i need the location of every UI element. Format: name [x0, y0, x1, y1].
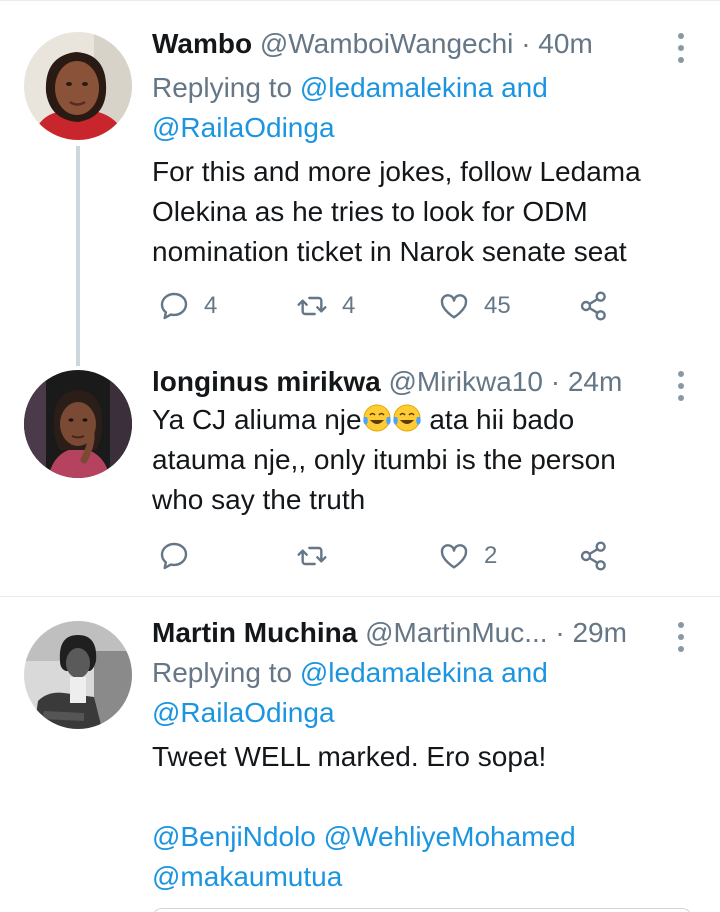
- user-handle[interactable]: @Mirikwa10: [388, 366, 542, 397]
- replying-to: Replying to @ledamalekina and: [152, 72, 548, 103]
- mentions-line[interactable]: @makaumutua: [152, 857, 680, 897]
- timestamp[interactable]: 29m: [572, 617, 626, 648]
- mention-link[interactable]: @RailaOdinga: [152, 697, 335, 728]
- retweet-button[interactable]: 4: [296, 286, 355, 326]
- mention-link[interactable]: @RailaOdinga: [152, 112, 335, 143]
- separator-dot: ·: [521, 28, 531, 59]
- display-name[interactable]: longinus mirikwa: [152, 366, 381, 397]
- tweet-actions: 2: [152, 536, 622, 576]
- retweet-count: 4: [342, 292, 356, 319]
- reply-button[interactable]: 4: [158, 286, 217, 326]
- tears-of-joy-emoji-icon: [392, 404, 421, 432]
- like-count: 2: [484, 542, 498, 569]
- retweet-icon: [297, 546, 327, 566]
- retweet-button[interactable]: [296, 536, 342, 576]
- avatar-image: [24, 621, 132, 729]
- share-icon: [580, 541, 606, 571]
- mention-link[interactable]: @ledamalekina: [300, 72, 493, 103]
- quoted-card-edge: [152, 908, 692, 912]
- avatar-image: [24, 32, 132, 140]
- share-button[interactable]: [578, 286, 610, 326]
- tweet-1[interactable]: Wambo @WamboiWangechi · 40m Replying to …: [0, 0, 720, 366]
- tweet-text-line: nomination ticket in Narok senate seat: [152, 236, 627, 267]
- display-name[interactable]: Martin Muchina: [152, 617, 357, 648]
- reply-icon: [160, 542, 188, 570]
- user-handle[interactable]: @MartinMuc...: [365, 617, 547, 648]
- reply-count: 4: [204, 292, 218, 319]
- like-icon: [440, 544, 468, 569]
- avatar[interactable]: [24, 32, 132, 140]
- tears-of-joy-emoji-icon: [362, 404, 391, 432]
- tweet-text-line: For this and more jokes, follow Ledama: [152, 156, 641, 187]
- share-icon: [580, 291, 606, 321]
- avatar-image: [24, 370, 132, 478]
- like-count: 45: [484, 292, 511, 319]
- tweet-text-line: Olekina as he tries to look for ODM: [152, 196, 588, 227]
- reply-button[interactable]: [158, 536, 204, 576]
- tweet-text-line: Ya CJ aliuma nje ata hii bado: [152, 404, 575, 435]
- mentions-line[interactable]: @BenjiNdolo @WehliyeMohamed: [152, 817, 680, 857]
- timestamp[interactable]: 40m: [538, 28, 592, 59]
- reply-icon: [160, 292, 188, 320]
- like-button[interactable]: 45: [438, 286, 511, 326]
- tweet-text-line: Tweet WELL marked. Ero sopa!: [152, 741, 547, 772]
- tweet-2[interactable]: longinus mirikwa @Mirikwa10 · 24m Ya CJ …: [0, 350, 720, 596]
- tweet-3[interactable]: Martin Muchina @MartinMuc... · 29m Reply…: [0, 597, 720, 912]
- avatar[interactable]: [24, 621, 132, 729]
- tweet-text-line: who say the truth: [152, 484, 366, 515]
- avatar[interactable]: [24, 370, 132, 478]
- mention-link[interactable]: @ledamalekina: [300, 657, 493, 688]
- display-name[interactable]: Wambo: [152, 28, 252, 59]
- tweet-text-line: atauma nje,, only itumbi is the person: [152, 444, 616, 475]
- tweet-header: Martin Muchina @MartinMuc... · 29m: [152, 615, 680, 651]
- tweet-header: longinus mirikwa @Mirikwa10 · 24m: [152, 364, 680, 400]
- tweet-header: Wambo @WamboiWangechi · 40m: [152, 26, 680, 62]
- like-button[interactable]: 2: [438, 536, 497, 576]
- like-icon: [440, 294, 468, 319]
- separator-dot: ·: [550, 366, 561, 397]
- share-button[interactable]: [578, 536, 610, 576]
- replying-to: Replying to @ledamalekina and: [152, 657, 548, 688]
- retweet-icon: [297, 296, 327, 316]
- thread-line: [76, 146, 80, 366]
- timestamp[interactable]: 24m: [568, 366, 622, 397]
- replying-to-user2: @RailaOdinga: [152, 693, 680, 733]
- tweet-actions: 4 4 45: [152, 286, 622, 326]
- user-handle[interactable]: @WamboiWangechi: [260, 28, 514, 59]
- separator-dot: ·: [555, 617, 565, 648]
- replying-to-user2: @RailaOdinga: [152, 108, 680, 148]
